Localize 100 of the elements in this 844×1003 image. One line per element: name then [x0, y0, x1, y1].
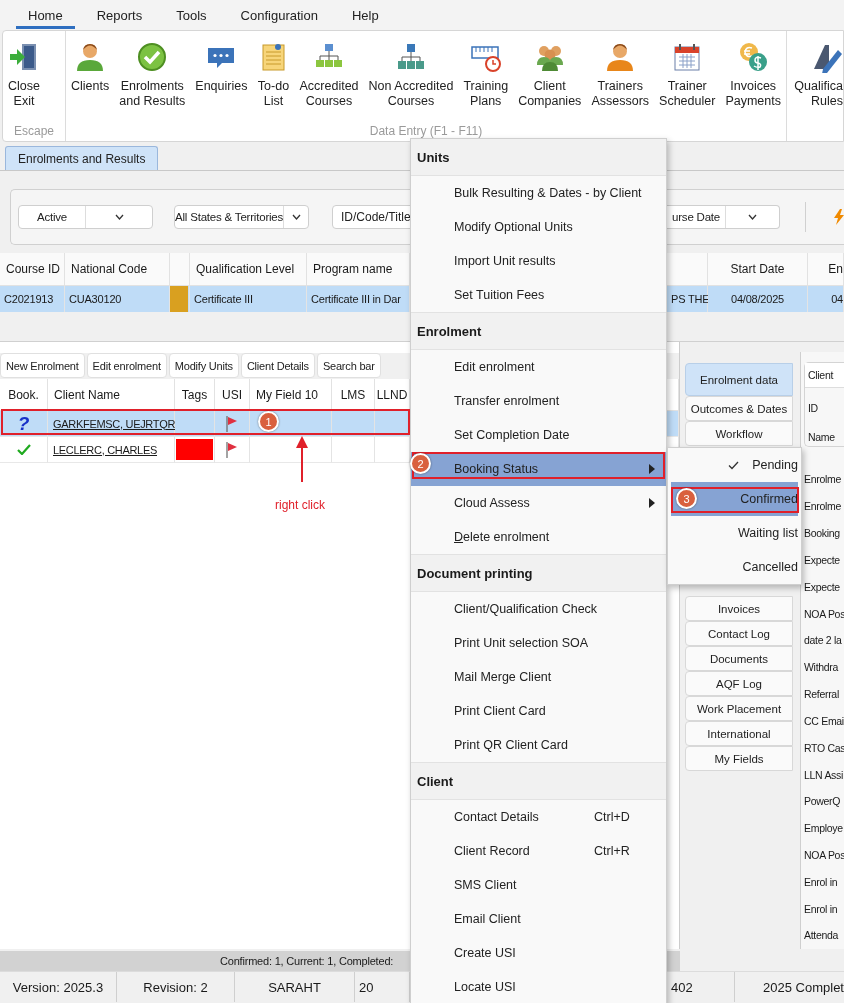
- toolbar-button[interactable]: New Enrolment: [0, 353, 85, 378]
- menu-item[interactable]: Set Tuition Fees: [411, 278, 666, 312]
- menu-item[interactable]: Client Record Ctrl+R: [411, 834, 666, 868]
- side-tab[interactable]: Workflow: [685, 421, 793, 446]
- ribbon-button[interactable]: Non Accredited Courses: [363, 31, 459, 124]
- toolbar-button[interactable]: Modify Units: [168, 353, 239, 378]
- side-tab[interactable]: International: [685, 721, 793, 746]
- status-text: Revision: 2: [117, 972, 235, 1002]
- field-label: CC Emai: [804, 713, 844, 729]
- side-tab[interactable]: Work Placement: [685, 696, 793, 721]
- ribbon-button[interactable]: Training Plans: [458, 31, 514, 124]
- side-tab[interactable]: AQF Log: [685, 671, 793, 696]
- menu-item[interactable]: Cancelled: [671, 550, 798, 584]
- side-tab[interactable]: Contact Log: [685, 621, 793, 646]
- menu-section-title: Enrolment: [411, 312, 666, 350]
- coins-icon: [737, 41, 770, 73]
- menu-item[interactable]: Cloud Assess: [411, 486, 666, 520]
- table-cell: Certificate III: [190, 286, 307, 312]
- field-label: Attenda: [804, 928, 840, 944]
- menu-section-title: Client: [411, 762, 666, 800]
- menu-item[interactable]: Delete enrolment: [411, 520, 666, 554]
- menu-item[interactable]: Create USI: [411, 936, 666, 970]
- column-header: Qualification Level: [190, 253, 307, 286]
- submenu-arrow-icon: [649, 464, 655, 474]
- menu-item[interactable]: Client/Qualification Check: [411, 592, 666, 626]
- arrow: [296, 436, 308, 482]
- field-label: NOA Pos: [804, 848, 844, 863]
- ribbon-button[interactable]: Enquiries: [190, 31, 253, 124]
- field-label: ID: [807, 400, 819, 416]
- field-label: NOA Pos: [804, 606, 844, 622]
- side-tab[interactable]: Documents: [685, 646, 793, 671]
- menu-section-title: Units: [411, 139, 666, 176]
- table-cell: C2021913: [0, 286, 65, 312]
- submenu-arrow-icon: [649, 498, 655, 508]
- table-cell: [332, 437, 375, 463]
- field-label: Enrolme: [804, 499, 842, 515]
- table-cell: Certificate III in Dar: [307, 286, 410, 312]
- toolbar-button[interactable]: Client Details: [240, 353, 315, 378]
- menu-tab[interactable]: Configuration: [228, 1, 330, 29]
- ribbon-button[interactable]: Qualifica Rules: [789, 31, 843, 141]
- menu-item[interactable]: Pending: [671, 448, 798, 482]
- menu-tab[interactable]: Tools: [164, 1, 219, 29]
- ribbon-button[interactable]: Enrolments and Results: [114, 31, 191, 124]
- status-text: Version: 2025.3: [0, 972, 117, 1002]
- menu-item[interactable]: Waiting list: [671, 516, 798, 550]
- field-label: Referral: [804, 687, 840, 703]
- menu-tab[interactable]: Help: [339, 1, 391, 29]
- ribbon-button[interactable]: Invoices Payments: [720, 31, 786, 124]
- ribbon-button[interactable]: Trainer Scheduler: [654, 31, 721, 124]
- side-tab[interactable]: My Fields: [685, 746, 793, 771]
- side-tab[interactable]: Enrolment data: [685, 363, 793, 396]
- column-header: En: [808, 253, 844, 286]
- field-label: date 2 la: [804, 633, 843, 649]
- field-label: Name: [807, 429, 836, 445]
- ribbon-button[interactable]: Trainers Assessors: [586, 31, 655, 124]
- caret-icon: [748, 214, 757, 220]
- menu-item[interactable]: Set Completion Date: [411, 418, 666, 452]
- column-header: Start Date: [708, 253, 808, 286]
- field-label: PowerQ: [804, 794, 842, 810]
- menu-item[interactable]: Contact Details Ctrl+D: [411, 800, 666, 834]
- client-name-link[interactable]: LECLERC, CHARLES: [53, 443, 157, 456]
- table-cell: 04: [808, 286, 844, 312]
- menu-item[interactable]: Mail Merge Client: [411, 660, 666, 694]
- menu-item[interactable]: Email Client: [411, 902, 666, 936]
- state-dropdown[interactable]: All States & Territories: [174, 205, 309, 229]
- field-label: Enrol in: [804, 874, 839, 890]
- menu-item[interactable]: Transfer enrolment: [411, 384, 666, 418]
- column-header: Program name: [307, 253, 410, 286]
- side-tab[interactable]: Invoices: [685, 596, 793, 621]
- ribbon-button[interactable]: Accredited Courses: [294, 31, 364, 124]
- annotation-text: right click: [275, 498, 325, 512]
- menu-item[interactable]: Locate USI: [411, 970, 666, 1003]
- lightning-icon: [834, 209, 844, 225]
- status-mark: ?: [17, 412, 30, 435]
- column-header: National Code: [65, 253, 170, 286]
- group-label: Escape: [13, 124, 55, 140]
- menu-item[interactable]: Print QR Client Card: [411, 728, 666, 762]
- field-label: RTO Cas: [804, 740, 844, 756]
- menu-item[interactable]: Import Unit results: [411, 244, 666, 278]
- client-name-link[interactable]: GARKFEMSC, UEJRTQR: [53, 417, 176, 430]
- toolbar-button[interactable]: Edit enrolment: [86, 353, 167, 378]
- field-label: Enrolme: [804, 472, 842, 488]
- document-tab[interactable]: Enrolments and Results: [5, 146, 159, 170]
- menu-item[interactable]: Print Client Card: [411, 694, 666, 728]
- menu-item[interactable]: Print Unit selection SOA: [411, 626, 666, 660]
- check-icon: [16, 444, 31, 455]
- menu-item[interactable]: SMS Client: [411, 868, 666, 902]
- menu-item[interactable]: Edit enrolment: [411, 350, 666, 384]
- ribbon-button[interactable]: Close Exit: [3, 31, 45, 124]
- field-label: Expecte: [804, 552, 841, 568]
- toolbar-button[interactable]: Search bar: [316, 353, 381, 378]
- side-tab[interactable]: Outcomes & Dates: [685, 396, 793, 421]
- ribbon-button[interactable]: Clients: [66, 31, 115, 124]
- status-dropdown[interactable]: Active: [18, 205, 153, 229]
- ribbon-button[interactable]: To-do List: [252, 31, 295, 124]
- menu-tab[interactable]: Reports: [84, 1, 155, 29]
- status-text: SARAHT: [235, 972, 355, 1002]
- field-label: Expecte: [804, 579, 841, 595]
- column-header: Course ID: [0, 253, 65, 286]
- ribbon-button[interactable]: Client Companies: [513, 31, 587, 124]
